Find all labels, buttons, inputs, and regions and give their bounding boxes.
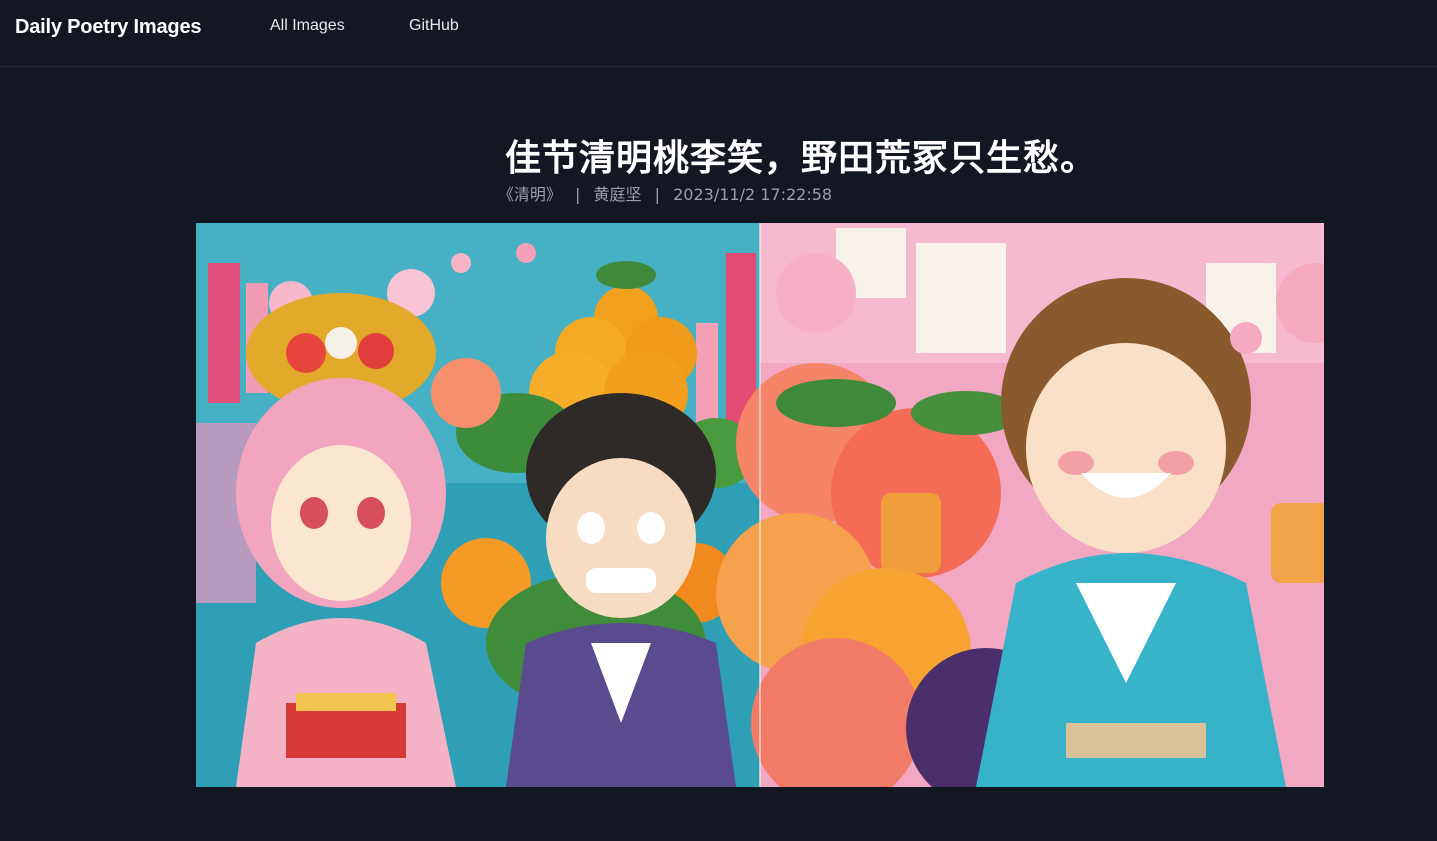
nav-github[interactable]: GitHub	[409, 17, 459, 35]
site-brand[interactable]: Daily Poetry Images	[15, 16, 201, 39]
poem-author[interactable]: 黄庭坚	[594, 185, 642, 204]
poetry-illustration[interactable]	[196, 223, 1324, 787]
top-navbar: Daily Poetry Images All Images GitHub	[0, 0, 1437, 67]
right-panel	[716, 223, 1324, 787]
poem-title: 佳节清明桃李笑，野田荒冢只生愁。	[504, 138, 1097, 179]
left-panel	[196, 223, 760, 787]
poem-work[interactable]: 《清明》	[498, 185, 562, 204]
poem-meta: 《清明》 | 黄庭坚 | 2023/11/2 17:22:58	[0, 181, 1330, 205]
nav-all-images[interactable]: All Images	[270, 17, 345, 35]
poem-datetime: 2023/11/2 17:22:58	[673, 185, 833, 204]
meta-divider: |	[654, 185, 660, 204]
meta-divider: |	[575, 185, 581, 204]
